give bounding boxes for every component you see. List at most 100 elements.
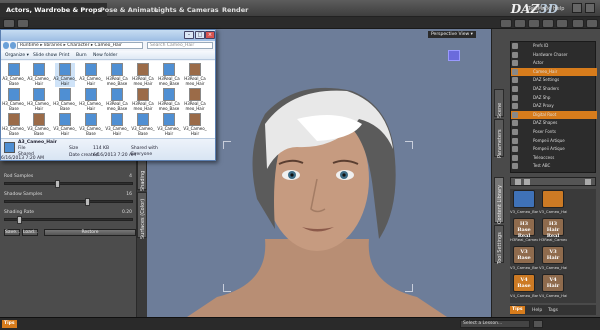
slider-knob[interactable]	[55, 180, 60, 188]
file-item[interactable]: A3_Cameo_Base	[2, 63, 26, 87]
back-icon[interactable]	[3, 42, 9, 49]
burn-button[interactable]: Burn	[76, 53, 87, 58]
file-item[interactable]: H3Real_Cameo_Hair	[184, 63, 206, 87]
visibility-icon[interactable]	[512, 60, 518, 67]
file-item[interactable]: H3Real_Cameo_Hair	[132, 63, 154, 87]
slideshow-button[interactable]: Slide show	[33, 53, 57, 58]
tags-tab[interactable]: Tags	[548, 308, 558, 313]
file-item[interactable]: H3Real_Cameo_Hair	[184, 88, 206, 112]
shading-rate-slider[interactable]	[4, 216, 133, 224]
file-item[interactable]: V3_Cameo_Base	[27, 113, 51, 137]
view-cube-icon[interactable]	[448, 50, 460, 61]
tab-scene[interactable]: Scene	[494, 89, 504, 118]
tool-icon[interactable]	[3, 19, 15, 28]
slider-knob[interactable]	[85, 198, 90, 206]
file-item[interactable]: H3_Cameo_Base	[2, 113, 26, 137]
content-tile[interactable]: V4 Hair V4_Cameo_Hair	[539, 274, 567, 299]
visibility-icon[interactable]	[512, 129, 518, 135]
shadow-samples-slider[interactable]	[4, 198, 133, 206]
visibility-icon[interactable]	[512, 103, 518, 110]
file-item[interactable]: A3_Cameo_Hair	[53, 63, 77, 87]
visibility-icon[interactable]	[512, 146, 518, 153]
scene-item[interactable]: DAZ Shapes	[511, 119, 597, 127]
lesson-select[interactable]: Select a Lesson...	[460, 320, 530, 328]
scene-item[interactable]: Actor	[511, 59, 597, 67]
tab-content-library[interactable]: Content Library	[494, 177, 504, 224]
panel-icon[interactable]	[514, 19, 526, 28]
scene-item[interactable]: DAZ Proxy	[511, 102, 597, 110]
file-item[interactable]: V3_Cameo_Hair	[105, 113, 129, 137]
file-item[interactable]: V3_Cameo_Base	[131, 113, 155, 137]
file-item[interactable]: H3_Cameo_Base	[53, 88, 77, 112]
tips-button[interactable]: Tips	[510, 306, 525, 314]
visibility-icon[interactable]	[512, 111, 518, 118]
panel-icon[interactable]	[586, 19, 598, 28]
scene-item[interactable]: DAZ Shp	[511, 94, 597, 102]
scene-item[interactable]: Hardware Chaser	[511, 51, 597, 59]
scene-item[interactable]: DAZ Shaders	[511, 85, 597, 93]
visibility-icon[interactable]	[512, 154, 518, 161]
visibility-icon[interactable]	[512, 94, 518, 101]
window-titlebar[interactable]: – □ ×	[1, 30, 215, 41]
scene-item[interactable]: Poser Fonts	[511, 128, 597, 136]
file-item[interactable]: H3Real_Cameo_Base	[106, 63, 128, 87]
scene-item[interactable]: DAZ Settings	[511, 76, 597, 84]
visibility-icon[interactable]	[512, 163, 518, 170]
file-item[interactable]: H3Real_Cameo_Base	[158, 88, 180, 112]
visibility-icon[interactable]	[512, 120, 518, 127]
visibility-icon[interactable]	[512, 43, 518, 49]
address-bar[interactable]: Runtime ▸ libraries ▸ Character ▸ Cameo_…	[17, 42, 143, 49]
visibility-icon[interactable]	[512, 68, 518, 75]
content-tile[interactable]: V3 Hair V3_Cameo_Hair	[539, 246, 567, 271]
tips-button[interactable]: Tips	[2, 320, 17, 328]
slider-knob[interactable]	[17, 216, 22, 224]
maximize-window-button[interactable]: □	[195, 31, 205, 39]
file-item[interactable]: H3_Cameo_Hair	[79, 88, 103, 112]
close-icon[interactable]	[585, 3, 595, 13]
panel-icon[interactable]	[528, 19, 540, 28]
file-item[interactable]: V3_Cameo_Hair	[53, 113, 77, 137]
close-window-button[interactable]: ×	[205, 31, 215, 39]
file-item[interactable]: A3_Cameo_Hair	[79, 63, 103, 87]
content-tile[interactable]: V3 BaseV3_Cameo_Base	[510, 246, 538, 271]
help-tab[interactable]: Help	[532, 308, 542, 313]
visibility-icon[interactable]	[512, 51, 518, 58]
panel-icon[interactable]	[572, 19, 584, 28]
file-item[interactable]: H3Real_Cameo_Base	[106, 88, 128, 112]
scene-item[interactable]: Teleaccess	[511, 154, 597, 162]
scene-item[interactable]: Digital Root	[511, 110, 597, 119]
help-link[interactable]: Help	[553, 6, 564, 12]
file-item[interactable]: V3_Cameo_Hair	[183, 113, 207, 137]
lesson-play-icon[interactable]	[533, 320, 543, 328]
minimize-icon[interactable]	[572, 3, 582, 13]
restore-button[interactable]: Restore	[44, 229, 136, 236]
panel-icon[interactable]	[556, 19, 568, 28]
file-item[interactable]: V3_Cameo_Hair	[157, 113, 181, 137]
search-input[interactable]: Search Cameo_Hair	[147, 42, 213, 49]
file-item[interactable]: H3Real_Cameo_Base	[158, 63, 180, 87]
tab-render[interactable]: Render	[216, 3, 254, 17]
content-tile[interactable]: V4 BaseV4_Cameo_Base	[510, 274, 538, 299]
file-item[interactable]: H3_Cameo_Hair	[27, 88, 51, 112]
content-tile[interactable]: V3_Cameo_Base	[510, 190, 538, 215]
visibility-icon[interactable]	[512, 77, 518, 84]
camera-selector[interactable]: Perspective View ▾	[428, 31, 476, 38]
tab-surfaces-color[interactable]: Surfaces (Color)	[137, 192, 147, 239]
print-button[interactable]: Print	[59, 53, 69, 58]
scene-item[interactable]: Pompeii Artique	[511, 145, 597, 153]
view-mode-icon[interactable]	[585, 179, 591, 185]
file-item[interactable]: H3Real_Cameo_Hair	[132, 88, 154, 112]
back-icon[interactable]	[515, 179, 521, 185]
scene-item[interactable]: Test ABC	[511, 162, 597, 170]
tab-lights-cameras[interactable]: Lights & Cameras	[148, 3, 225, 17]
tab-parameters[interactable]: Parameters	[494, 119, 504, 158]
telemark-link[interactable]: TeleMark	[528, 6, 550, 12]
tab-shading[interactable]: Shading	[137, 160, 147, 191]
panel-icon[interactable]	[542, 19, 554, 28]
file-item[interactable]: V3_Cameo_Base	[79, 113, 103, 137]
content-tile[interactable]: H3 Base RealH3Real_Cameo_Base	[510, 218, 538, 243]
panel-icon[interactable]	[500, 19, 512, 28]
tab-tool-settings[interactable]: Tool Settings	[494, 225, 504, 264]
tool-icon[interactable]	[17, 19, 29, 28]
content-tile[interactable]: V3_Cameo_Hair	[539, 190, 567, 215]
